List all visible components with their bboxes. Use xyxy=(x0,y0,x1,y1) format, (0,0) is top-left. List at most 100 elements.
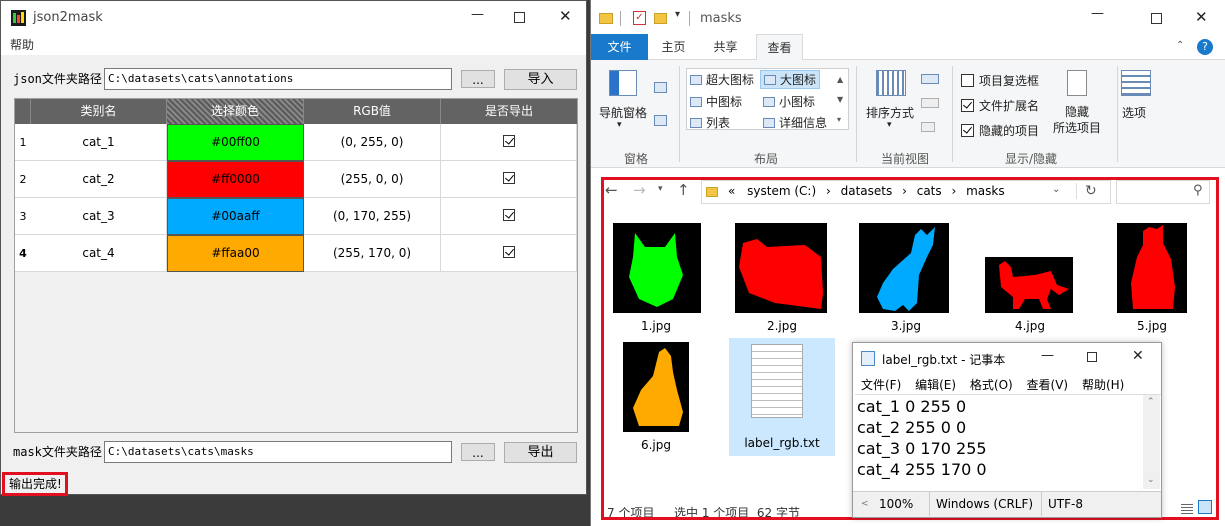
maximize-icon[interactable] xyxy=(1151,13,1162,24)
checkbox[interactable] xyxy=(961,74,974,87)
folder-icon xyxy=(599,13,613,24)
extra-large-icons-icon xyxy=(690,75,702,85)
menu-file[interactable]: 文件(F) xyxy=(861,378,901,392)
menu-help[interactable]: 帮助 xyxy=(10,38,34,52)
menu-help[interactable]: 帮助(H) xyxy=(1082,378,1124,392)
sort-icon[interactable] xyxy=(876,70,906,96)
json-browse-button[interactable]: ... xyxy=(461,70,495,88)
scroll-up-icon[interactable]: ⌃ xyxy=(1147,397,1155,407)
close-icon[interactable]: ✕ xyxy=(1195,8,1208,26)
export-checkbox-cell[interactable] xyxy=(441,198,577,235)
table-row-name[interactable]: cat_3 xyxy=(31,198,167,235)
header-category[interactable]: 类别名 xyxy=(31,99,167,124)
details-icon xyxy=(763,118,775,128)
tab-home[interactable]: 主页 xyxy=(651,34,696,60)
table-row-name[interactable]: cat_4 xyxy=(31,235,167,272)
sort-dropdown-icon[interactable]: ▾ xyxy=(887,120,892,130)
minimize-icon[interactable]: — xyxy=(471,7,484,22)
mask-browse-button[interactable]: ... xyxy=(461,443,495,461)
layout-small[interactable]: 小图标 xyxy=(763,93,815,110)
notepad-window: label_rgb.txt - 记事本 — ✕ 文件(F) 编辑(E) 格式(O… xyxy=(852,342,1162,518)
json-path-input[interactable]: C:\datasets\cats\annotations xyxy=(104,68,452,90)
horizontal-scroll-left-icon[interactable]: < xyxy=(861,492,869,516)
file-extensions-toggle[interactable]: 文件扩展名 xyxy=(961,97,1039,114)
layout-extra-large[interactable]: 超大图标 xyxy=(690,71,754,88)
export-checkbox[interactable] xyxy=(502,134,515,147)
layout-scroll-icon[interactable]: ▲ ▼ ▾ xyxy=(837,70,843,130)
checkbox[interactable] xyxy=(961,99,974,112)
close-icon[interactable]: ✕ xyxy=(559,7,572,25)
menu-edit[interactable]: 编辑(E) xyxy=(915,378,956,392)
options-button[interactable]: 选项 xyxy=(1122,104,1146,121)
ribbon-collapse-icon[interactable]: ⌃ xyxy=(1176,40,1184,51)
divider xyxy=(1117,66,1118,162)
header-export[interactable]: 是否导出 xyxy=(441,99,577,124)
table-row-name[interactable]: cat_2 xyxy=(31,161,167,198)
notepad-statusbar: < 100% Windows (CRLF) UTF-8 xyxy=(853,491,1161,517)
hide-selected-icon[interactable] xyxy=(1067,70,1087,96)
text-area[interactable]: cat_1 0 255 0 cat_2 255 0 0 cat_3 0 170 … xyxy=(855,394,1161,489)
group-label-current-view: 当前视图 xyxy=(880,152,929,166)
layout-large[interactable]: 大图标 xyxy=(760,70,821,89)
minimize-icon[interactable]: — xyxy=(1041,348,1054,363)
item-checkboxes-toggle[interactable]: 项目复选框 xyxy=(961,72,1039,89)
color-swatch[interactable]: #00aaff xyxy=(167,198,304,235)
nav-pane-icon[interactable] xyxy=(609,70,637,96)
group-by-icon[interactable] xyxy=(921,74,939,84)
tab-file[interactable]: 文件 xyxy=(591,34,648,60)
header-rgb[interactable]: RGB值 xyxy=(304,99,441,124)
export-checkbox[interactable] xyxy=(502,208,515,221)
preview-pane-icon[interactable] xyxy=(654,82,667,93)
new-folder-icon[interactable] xyxy=(654,13,667,24)
add-columns-icon[interactable] xyxy=(921,98,939,108)
export-checkbox-cell[interactable] xyxy=(441,235,577,272)
export-checkbox-cell[interactable] xyxy=(441,161,577,198)
export-button[interactable]: 导出 xyxy=(504,442,577,463)
app-icon xyxy=(11,10,26,26)
notepad-title: label_rgb.txt - 记事本 xyxy=(882,353,1006,367)
import-button[interactable]: 导入 xyxy=(504,69,577,90)
maximize-icon[interactable] xyxy=(514,12,525,23)
color-swatch[interactable]: #ffaa00 xyxy=(167,235,304,272)
properties-icon[interactable]: ✓ xyxy=(633,11,646,25)
layout-medium[interactable]: 中图标 xyxy=(690,93,742,110)
qat-dropdown-icon[interactable]: ▾ xyxy=(675,9,680,20)
nav-pane-dropdown-icon[interactable]: ▾ xyxy=(617,120,622,130)
tab-share[interactable]: 共享 xyxy=(703,34,748,60)
hidden-items-toggle[interactable]: 隐藏的项目 xyxy=(961,122,1039,139)
color-swatch[interactable]: #00ff00 xyxy=(167,124,304,161)
notepad-menu: 文件(F) 编辑(E) 格式(O) 查看(V) 帮助(H) xyxy=(861,376,1124,393)
export-checkbox-cell[interactable] xyxy=(441,124,577,161)
details-pane-icon[interactable] xyxy=(654,115,667,126)
sort-by-button[interactable]: 排序方式 xyxy=(866,104,914,121)
hide-selected-button[interactable]: 隐藏 所选项目 xyxy=(1053,104,1101,136)
table-row-name[interactable]: cat_1 xyxy=(31,124,167,161)
menu-view[interactable]: 查看(V) xyxy=(1027,378,1069,392)
layout-list[interactable]: 列表 xyxy=(690,114,730,131)
ribbon: 导航窗格 ▾ 窗格 超大图标 大图标 中图标 小图标 列表 详细信息 ▲ ▼ ▾ 布… xyxy=(591,60,1225,168)
maximize-icon[interactable] xyxy=(1087,352,1097,362)
vertical-scrollbar[interactable]: ⌃ ⌄ xyxy=(1143,395,1160,489)
size-columns-icon[interactable] xyxy=(921,122,935,132)
notepad-icon xyxy=(861,351,875,366)
layout-details[interactable]: 详细信息 xyxy=(763,114,827,131)
export-checkbox[interactable] xyxy=(502,245,515,258)
export-checkbox[interactable] xyxy=(502,171,515,184)
mask-path-input[interactable]: C:\datasets\cats\masks xyxy=(104,441,452,463)
tab-view[interactable]: 查看 xyxy=(756,34,803,61)
text-line: cat_1 0 255 0 xyxy=(857,397,967,416)
checkbox[interactable] xyxy=(961,124,974,137)
nav-pane-button[interactable]: 导航窗格 xyxy=(599,104,647,121)
minimize-icon[interactable]: — xyxy=(1091,6,1104,21)
category-table: 类别名 选择颜色 RGB值 是否导出 1 cat_1 #00ff00 (0, 2… xyxy=(14,98,578,433)
header-color[interactable]: 选择颜色 xyxy=(167,99,304,124)
color-swatch[interactable]: #ff0000 xyxy=(167,161,304,198)
scroll-down-icon[interactable]: ⌄ xyxy=(1147,475,1155,485)
large-icons-icon xyxy=(764,75,776,85)
menu-format[interactable]: 格式(O) xyxy=(970,378,1013,392)
divider xyxy=(952,66,953,162)
menu-bar: 帮助 xyxy=(1,35,586,55)
close-icon[interactable]: ✕ xyxy=(1132,348,1144,364)
help-icon[interactable]: ? xyxy=(1197,39,1213,55)
options-icon[interactable] xyxy=(1121,70,1151,96)
